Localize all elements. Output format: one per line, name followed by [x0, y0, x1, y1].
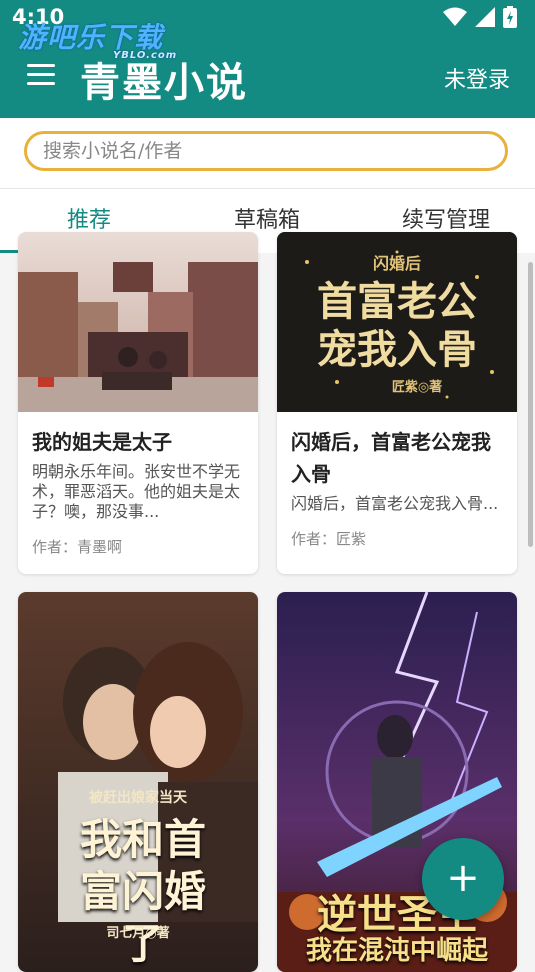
book-description: 闪婚后，首富老公宠我入骨...: [291, 494, 499, 513]
book-title: 我的姐夫是太子: [32, 430, 172, 454]
book-card[interactable]: 被赶出娘家当天 我和首富闪婚了 司七月◎著: [18, 592, 258, 972]
status-icons: [443, 6, 517, 28]
book-card[interactable]: 我的姐夫是太子 明朝永乐年间。张安世不学无术，罪恶滔天。他的姐夫是太子？噢，那没…: [18, 232, 258, 574]
cover-title: 首富老公宠我入骨: [317, 278, 477, 373]
scrollbar[interactable]: [528, 262, 533, 547]
menu-icon[interactable]: [27, 64, 55, 86]
book-author: 作者：青墨啊: [32, 538, 123, 556]
book-cover: 被赶出娘家当天 我和首富闪婚了 司七月◎著: [18, 592, 258, 972]
book-description: 明朝永乐年间。张安世不学无术，罪恶滔天。他的姐夫是太子？噢，那没事...: [32, 462, 241, 521]
book-cover: 闪婚后 首富老公宠我入骨 匠紫◎著: [277, 232, 517, 412]
search-bar: [0, 118, 535, 189]
plus-icon: +: [446, 855, 480, 901]
cover-author: 匠紫◎著: [391, 380, 443, 395]
wifi-icon: [443, 7, 467, 26]
signal-icon: [475, 7, 495, 27]
search-input[interactable]: [24, 131, 508, 171]
battery-icon: [503, 6, 517, 28]
watermark-logo: 游吧乐下载 YBLO.com: [18, 16, 176, 61]
cover-author: 司七月◎著: [106, 926, 170, 941]
book-card[interactable]: 闪婚后 首富老公宠我入骨 匠紫◎著 闪婚后，首富老公宠我入骨 闪婚后，首富老公宠…: [277, 232, 517, 574]
cover-subtitle: 被赶出娘家当天: [89, 790, 187, 806]
book-author: 作者：匠紫: [291, 530, 367, 548]
add-button[interactable]: +: [422, 838, 504, 920]
login-button[interactable]: 未登录: [444, 62, 510, 94]
watermark-sub: YBLO.com: [113, 50, 178, 61]
book-title: 闪婚后，首富老公宠我入骨: [291, 430, 491, 486]
cover-subtitle: 闪婚后: [372, 254, 421, 273]
book-cover: [18, 232, 258, 412]
cover-subtitle: 我在混沌中崛起: [305, 936, 488, 966]
cover-title: 我和首富闪婚了: [79, 815, 206, 968]
